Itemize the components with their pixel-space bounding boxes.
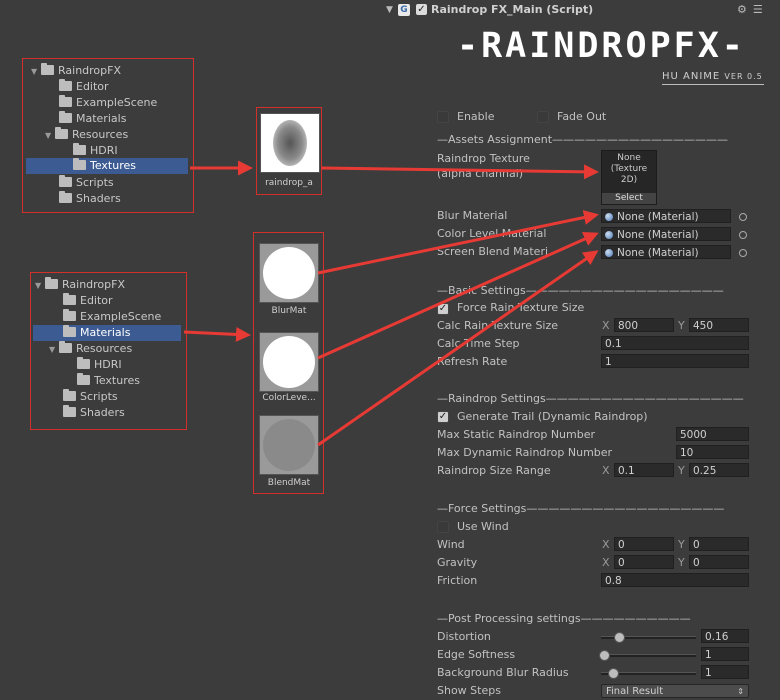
arrow-blurmat-to-field <box>317 210 599 275</box>
arrow-texture-to-slot <box>321 164 599 180</box>
annotation-arrows <box>183 160 599 447</box>
arrow-tree2-to-materials <box>183 326 251 342</box>
arrow-blendmat-to-field <box>317 250 599 447</box>
arrow-colorlevel-to-field <box>317 232 599 360</box>
